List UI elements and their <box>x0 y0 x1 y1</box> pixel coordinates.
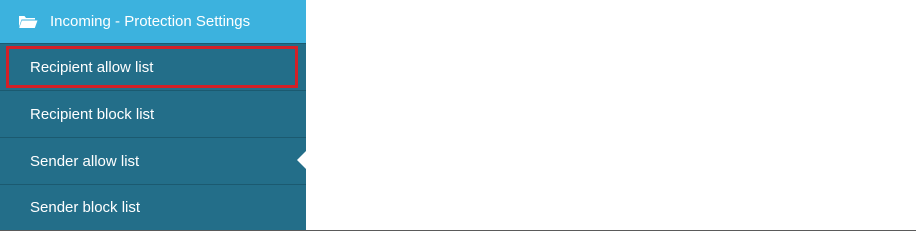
app-frame: Incoming - Protection Settings Recipient… <box>0 0 916 231</box>
sidebar-item-recipient-allow-list[interactable]: Recipient allow list <box>0 44 306 90</box>
sidebar-nav: Incoming - Protection Settings Recipient… <box>0 0 306 230</box>
sidebar-item-label: Recipient block list <box>30 105 155 123</box>
folder-open-icon <box>18 14 38 29</box>
active-item-pointer <box>297 151 306 169</box>
sidebar-item-sender-allow-list[interactable]: Sender allow list <box>0 138 306 184</box>
sidebar-item-recipient-block-list[interactable]: Recipient block list <box>0 91 306 137</box>
sidebar-item-sender-block-list[interactable]: Sender block list <box>0 185 306 230</box>
section-header-label: Incoming - Protection Settings <box>50 13 251 30</box>
sidebar-item-label: Sender allow list <box>30 152 140 170</box>
sidebar-item-label: Sender block list <box>30 199 141 216</box>
sidebar-item-label: Recipient allow list <box>30 58 154 76</box>
section-header-incoming-protection-settings[interactable]: Incoming - Protection Settings <box>0 0 306 43</box>
